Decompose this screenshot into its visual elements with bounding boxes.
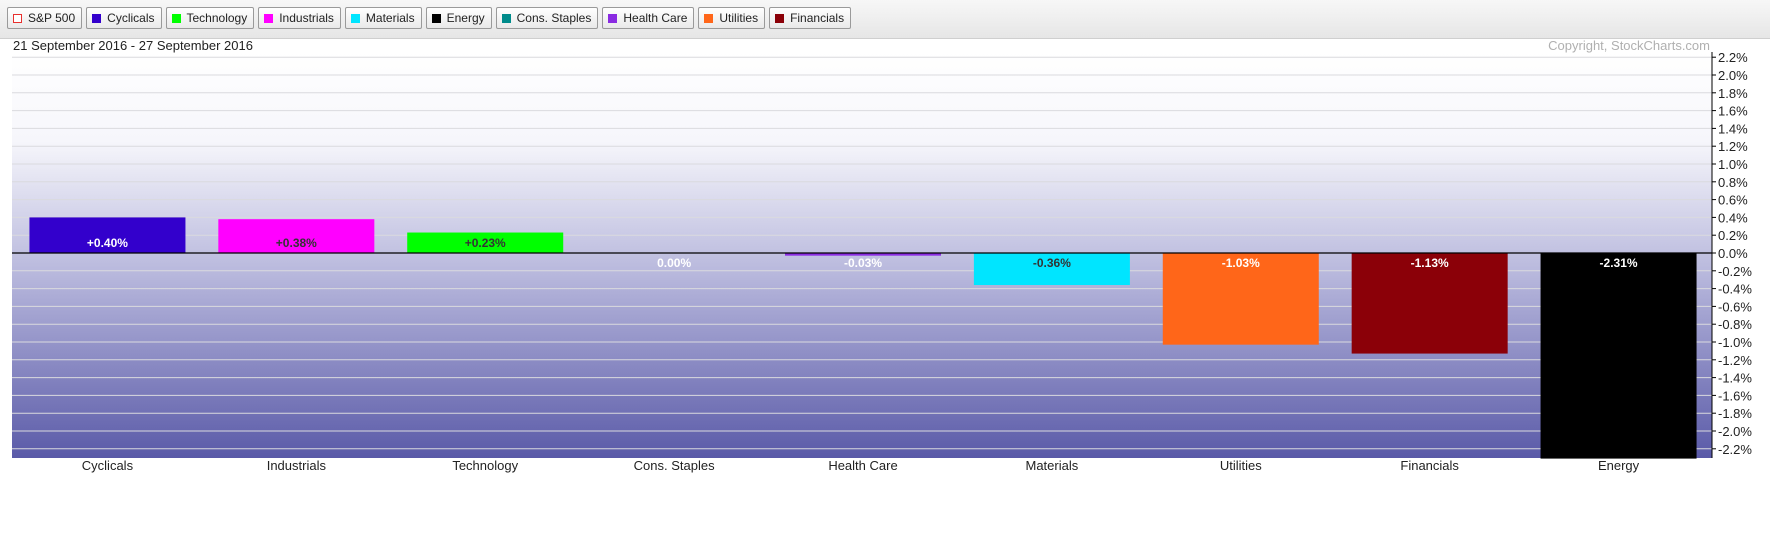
legend-item-financials[interactable]: Financials bbox=[769, 7, 852, 29]
legend-items: S&P 500 Cyclicals Technology Industrials Mat… bbox=[7, 7, 855, 29]
value-label: -2.31% bbox=[1600, 256, 1638, 270]
y-tick-label: -2.2% bbox=[1718, 442, 1752, 457]
legend-swatch bbox=[431, 13, 441, 23]
legend-label: S&P 500 bbox=[28, 11, 76, 25]
legend-label: Cyclicals bbox=[107, 11, 155, 25]
y-tick-label: 2.2% bbox=[1718, 50, 1748, 65]
category-label: Technology bbox=[452, 458, 518, 473]
category-label: Cons. Staples bbox=[634, 458, 715, 473]
legend-item-s-p-500[interactable]: S&P 500 bbox=[7, 7, 83, 29]
sector-performance-chart: 2.2% 2.0% 1.8% 1.6% 1.4% 1.2% 1.0% 0.8% 0.6% 0.4%… bbox=[12, 38, 1752, 473]
y-tick-label: -1.0% bbox=[1718, 335, 1752, 350]
legend-label: Energy bbox=[446, 11, 485, 25]
value-label: -1.13% bbox=[1411, 256, 1449, 270]
y-tick-label: -1.4% bbox=[1718, 371, 1752, 386]
y-tick-label: -0.2% bbox=[1718, 264, 1752, 279]
y-tick-label: 1.0% bbox=[1718, 157, 1748, 172]
y-tick-label: -1.6% bbox=[1718, 388, 1752, 403]
y-tick-label: 2.0% bbox=[1718, 68, 1748, 83]
y-tick-label: -0.8% bbox=[1718, 317, 1752, 332]
category-label: Industrials bbox=[267, 458, 327, 473]
legend-swatch bbox=[501, 13, 511, 23]
y-tick-label: 1.6% bbox=[1718, 104, 1748, 119]
legend-label: Health Care bbox=[623, 11, 688, 25]
bar-energy[interactable] bbox=[1540, 253, 1697, 459]
y-tick-label: 0.4% bbox=[1718, 210, 1748, 225]
legend-swatch bbox=[92, 13, 102, 23]
value-label: -1.03% bbox=[1222, 256, 1260, 270]
legend-item-industrials[interactable]: Industrials bbox=[258, 7, 341, 29]
legend-label: Industrials bbox=[279, 11, 334, 25]
value-label: +0.40% bbox=[87, 236, 128, 250]
legend-item-utilities[interactable]: Utilities bbox=[698, 7, 766, 29]
y-axis-ticks: 2.2% 2.0% 1.8% 1.6% 1.4% 1.2% 1.0% 0.8% 0.6% 0.4%… bbox=[1712, 50, 1752, 457]
y-tick-label: 1.4% bbox=[1718, 121, 1748, 136]
category-label: Health Care bbox=[828, 458, 897, 473]
legend-label: Cons. Staples bbox=[516, 11, 592, 25]
copyright: Copyright, StockCharts.com bbox=[1548, 38, 1710, 53]
value-label: +0.38% bbox=[276, 236, 317, 250]
legend-swatch bbox=[775, 13, 785, 23]
legend-item-health-care[interactable]: Health Care bbox=[602, 7, 695, 29]
value-label: +0.23% bbox=[465, 236, 506, 250]
legend-swatch bbox=[13, 13, 22, 23]
y-tick-label: 0.6% bbox=[1718, 193, 1748, 208]
y-tick-label: -1.8% bbox=[1718, 406, 1752, 421]
y-tick-label: 1.8% bbox=[1718, 86, 1748, 101]
y-tick-label: 0.8% bbox=[1718, 175, 1748, 190]
legend-item-materials[interactable]: Materials bbox=[344, 7, 422, 29]
category-label: Cyclicals bbox=[82, 458, 134, 473]
category-label: Utilities bbox=[1220, 458, 1262, 473]
legend-label: Financials bbox=[790, 11, 845, 25]
legend-item-energy[interactable]: Energy bbox=[425, 7, 492, 29]
y-tick-label: -1.2% bbox=[1718, 353, 1752, 368]
category-label: Energy bbox=[1598, 458, 1640, 473]
value-label: -0.03% bbox=[844, 256, 882, 270]
legend-label: Technology bbox=[186, 11, 248, 25]
value-label: 0.00% bbox=[657, 256, 691, 270]
y-tick-label: -0.4% bbox=[1718, 282, 1752, 297]
legend-swatch bbox=[171, 13, 181, 23]
date-range: 21 September 2016 - 27 September 2016 bbox=[13, 38, 253, 53]
y-tick-label: 1.2% bbox=[1718, 139, 1748, 154]
legend-swatch bbox=[264, 13, 274, 23]
legend-item-cons-staples[interactable]: Cons. Staples bbox=[495, 7, 599, 29]
legend-label: Utilities bbox=[719, 11, 759, 25]
category-label: Materials bbox=[1026, 458, 1079, 473]
category-labels: Cyclicals Industrials Technology Cons. Stap… bbox=[82, 458, 1640, 473]
legend-swatch bbox=[350, 13, 360, 23]
legend-item-technology[interactable]: Technology bbox=[165, 7, 255, 29]
legend-bar: S&P 500 Cyclicals Technology Industrials Mat… bbox=[0, 0, 1770, 39]
legend-item-cyclicals[interactable]: Cyclicals bbox=[86, 7, 162, 29]
y-tick-label: -2.0% bbox=[1718, 424, 1752, 439]
legend-swatch bbox=[704, 13, 714, 23]
legend-label: Materials bbox=[365, 11, 415, 25]
legend-swatch bbox=[608, 13, 618, 23]
y-tick-label: 0.2% bbox=[1718, 228, 1748, 243]
y-tick-label: -0.6% bbox=[1718, 299, 1752, 314]
value-label: -0.36% bbox=[1033, 256, 1071, 270]
category-label: Financials bbox=[1400, 458, 1459, 473]
y-tick-label: 0.0% bbox=[1718, 246, 1748, 261]
